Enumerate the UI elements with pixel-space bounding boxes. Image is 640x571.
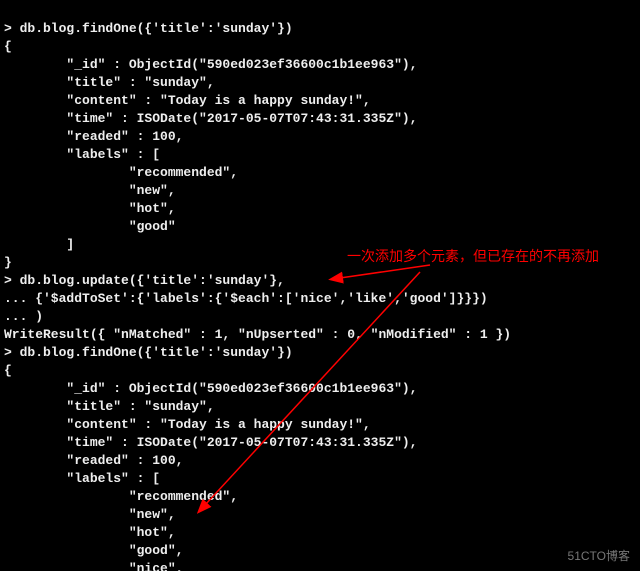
terminal-line: "new", — [4, 183, 176, 198]
terminal-line: "recommended", — [4, 489, 238, 504]
terminal-line: "hot", — [4, 201, 176, 216]
terminal-line: WriteResult({ "nMatched" : 1, "nUpserted… — [4, 327, 511, 342]
terminal-line: "_id" : ObjectId("590ed023ef36600c1b1ee9… — [4, 57, 417, 72]
terminal-line: > db.blog.findOne({'title':'sunday'}) — [4, 345, 293, 360]
terminal-line: "nice", — [4, 561, 183, 571]
terminal-line: "time" : ISODate("2017-05-07T07:43:31.33… — [4, 111, 417, 126]
terminal-line: } — [4, 255, 12, 270]
terminal-line: "readed" : 100, — [4, 129, 183, 144]
annotation-text: 一次添加多个元素，但已存在的不再添加 — [347, 247, 599, 265]
terminal-line: { — [4, 39, 12, 54]
terminal-line: "readed" : 100, — [4, 453, 183, 468]
terminal-line: ... ) — [4, 309, 43, 324]
watermark: 51CTO博客 — [568, 547, 630, 565]
terminal-line: "content" : "Today is a happy sunday!", — [4, 417, 371, 432]
terminal-line: "recommended", — [4, 165, 238, 180]
terminal-line: > db.blog.findOne({'title':'sunday'}) — [4, 21, 293, 36]
terminal-line: "_id" : ObjectId("590ed023ef36600c1b1ee9… — [4, 381, 417, 396]
terminal-line: { — [4, 363, 12, 378]
terminal-line: "labels" : [ — [4, 147, 160, 162]
terminal-line: "hot", — [4, 525, 176, 540]
terminal-output[interactable]: > db.blog.findOne({'title':'sunday'}) { … — [0, 0, 640, 571]
terminal-line: "good", — [4, 543, 183, 558]
terminal-line: "title" : "sunday", — [4, 75, 215, 90]
terminal-line: "content" : "Today is a happy sunday!", — [4, 93, 371, 108]
terminal-line: ... {'$addToSet':{'labels':{'$each':['ni… — [4, 291, 488, 306]
terminal-line: ] — [4, 237, 74, 252]
terminal-line: "new", — [4, 507, 176, 522]
terminal-line: "labels" : [ — [4, 471, 160, 486]
terminal-line: "time" : ISODate("2017-05-07T07:43:31.33… — [4, 435, 417, 450]
terminal-line: "title" : "sunday", — [4, 399, 215, 414]
terminal-line: "good" — [4, 219, 176, 234]
terminal-line: > db.blog.update({'title':'sunday'}, — [4, 273, 285, 288]
